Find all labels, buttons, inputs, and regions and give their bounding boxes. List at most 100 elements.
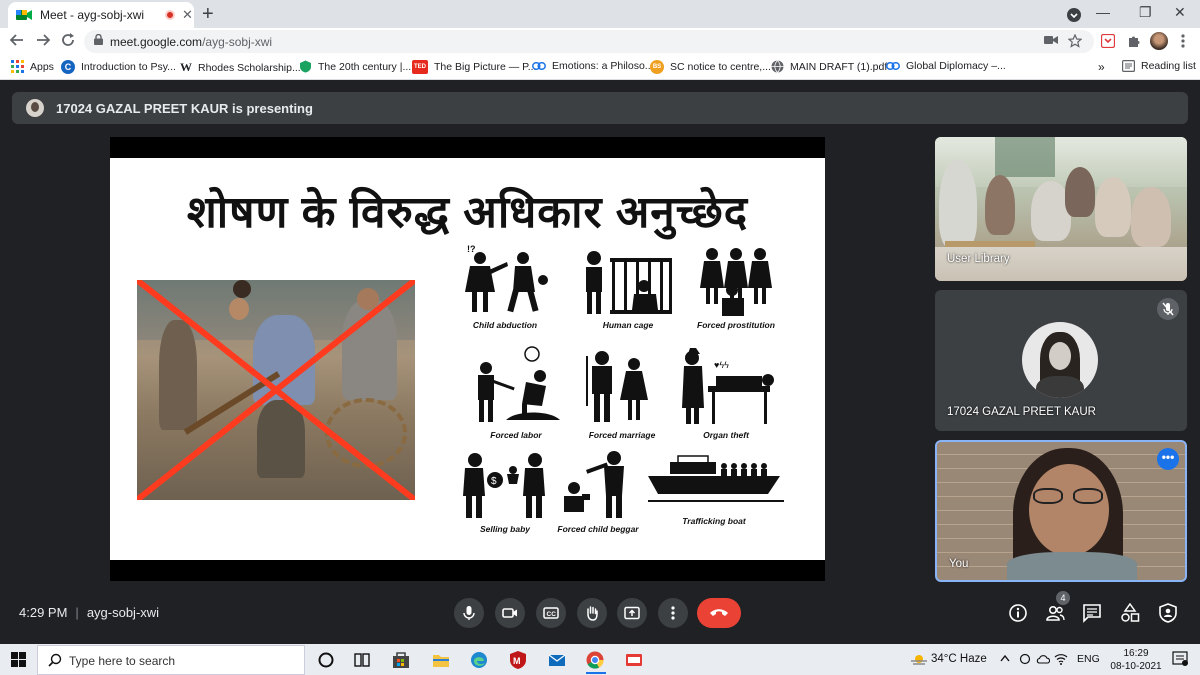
profile-dropdown-icon[interactable] bbox=[1066, 7, 1082, 23]
bookmark-20th-century[interactable]: The 20th century |... bbox=[299, 60, 411, 73]
hang-up-phone-icon bbox=[710, 609, 728, 616]
presenting-text: 17024 GAZAL PREET KAUR is presenting bbox=[56, 101, 313, 116]
slide: शोषण के विरुद्ध अधिकार अनुच्छेद !? Child… bbox=[110, 158, 825, 560]
sync-icon[interactable] bbox=[1019, 653, 1031, 665]
bookmarks-bar: Apps C Introduction to Psy... W Rhodes S… bbox=[0, 55, 1200, 80]
bookmark-rhodes-scholarship[interactable]: W Rhodes Scholarship... bbox=[180, 60, 301, 75]
separator: | bbox=[75, 605, 79, 620]
more-options-button[interactable]: ••• bbox=[1157, 448, 1179, 470]
minimize-button[interactable]: — bbox=[1096, 4, 1110, 20]
bookmark-emotions[interactable]: Emotions: a Philoso... bbox=[532, 60, 654, 72]
meeting-info: 4:29 PM | ayg-sobj-xwi bbox=[19, 605, 159, 620]
bookmark-sc-notice[interactable]: BS SC notice to centre,... bbox=[650, 60, 771, 74]
taskbar-search-input[interactable]: Type here to search bbox=[37, 645, 305, 675]
red-app-icon[interactable] bbox=[624, 650, 644, 670]
profile-avatar[interactable] bbox=[1150, 32, 1168, 50]
presenter-avatar bbox=[26, 99, 44, 117]
shared-screen: शोषण के विरुद्ध अधिकार अनुच्छेद !? Child… bbox=[110, 137, 825, 581]
windows-start-icon[interactable] bbox=[11, 652, 26, 667]
camera-button[interactable] bbox=[495, 598, 525, 628]
edge-icon[interactable] bbox=[469, 650, 489, 670]
participants-icon[interactable] bbox=[1045, 603, 1065, 623]
mail-icon[interactable] bbox=[547, 650, 567, 670]
action-center-notification-icon[interactable] bbox=[1172, 651, 1188, 667]
weather-widget[interactable]: 34°C Haze bbox=[911, 653, 987, 665]
extensions-puzzle-icon[interactable] bbox=[1127, 34, 1141, 48]
presenting-banner: 17024 GAZAL PREET KAUR is presenting bbox=[12, 92, 1188, 124]
mcafee-icon[interactable]: M bbox=[508, 650, 528, 670]
back-arrow-icon[interactable] bbox=[10, 33, 24, 47]
microsoft-store-icon[interactable] bbox=[391, 650, 411, 670]
show-hidden-icons-chevron-icon[interactable] bbox=[1000, 654, 1010, 662]
forced-prostitution-icon: Forced prostitution bbox=[686, 244, 786, 330]
globe-icon bbox=[771, 60, 784, 73]
bookmark-global-diplomacy[interactable]: Global Diplomacy –... bbox=[886, 60, 1006, 72]
onedrive-cloud-icon[interactable] bbox=[1036, 654, 1050, 664]
language-indicator[interactable]: ENG bbox=[1077, 653, 1100, 665]
close-window-button[interactable]: ✕ bbox=[1174, 4, 1186, 21]
reading-list-button[interactable]: Reading list bbox=[1122, 60, 1196, 72]
maximize-button[interactable]: ❐ bbox=[1139, 4, 1152, 21]
icon-caption: Forced child beggar bbox=[557, 524, 639, 534]
participant-tile-you[interactable]: ••• You bbox=[935, 440, 1187, 582]
participant-tile-gazal-preet-kaur[interactable]: 17024 GAZAL PREET KAUR bbox=[935, 290, 1187, 431]
browser-menu-icon[interactable] bbox=[1181, 33, 1185, 49]
active-tab[interactable]: Meet - ayg-sobj-xwi ✕ bbox=[8, 2, 194, 28]
ted-icon: TED bbox=[412, 60, 428, 74]
child-abduction-icon: !? Child abduction bbox=[455, 244, 555, 330]
url-bar[interactable]: meet.google.com/ayg-sobj-xwi bbox=[84, 30, 1094, 53]
camera-icon bbox=[502, 608, 517, 618]
file-explorer-icon[interactable] bbox=[431, 650, 451, 670]
forced-child-beggar-icon: Forced child beggar bbox=[548, 448, 648, 534]
cortana-icon[interactable] bbox=[316, 650, 336, 670]
leave-call-button[interactable] bbox=[697, 598, 741, 628]
svg-text:M: M bbox=[513, 656, 521, 666]
tab-close-icon[interactable]: ✕ bbox=[182, 7, 193, 23]
w-icon: W bbox=[180, 60, 192, 74]
more-actions-button[interactable] bbox=[658, 598, 688, 628]
url-text: meet.google.com/ayg-sobj-xwi bbox=[110, 35, 273, 49]
bookmark-main-draft[interactable]: MAIN DRAFT (1).pdf bbox=[771, 60, 887, 73]
activities-icon[interactable] bbox=[1120, 603, 1140, 623]
forward-arrow-icon[interactable] bbox=[36, 33, 50, 47]
new-tab-button[interactable]: + bbox=[202, 3, 214, 26]
system-clock[interactable]: 16:29 08-10-2021 bbox=[1106, 647, 1166, 673]
raise-hand-button[interactable] bbox=[577, 598, 607, 628]
bookmark-star-icon[interactable] bbox=[1068, 34, 1082, 48]
wifi-icon[interactable] bbox=[1054, 653, 1068, 665]
chrome-icon[interactable] bbox=[585, 650, 605, 670]
recording-indicator-icon bbox=[165, 10, 175, 20]
child-labor-photo bbox=[137, 280, 415, 500]
task-view-icon[interactable] bbox=[352, 650, 372, 670]
haze-weather-icon bbox=[911, 655, 927, 665]
participant-avatar bbox=[1022, 322, 1098, 398]
participant-tile-user-library[interactable]: User Library bbox=[935, 137, 1187, 281]
meeting-code[interactable]: ayg-sobj-xwi bbox=[87, 605, 159, 620]
svg-text:♥ϟϟ: ♥ϟϟ bbox=[714, 360, 729, 370]
captions-button[interactable]: CC bbox=[536, 598, 566, 628]
bookmarks-overflow-chevron-icon[interactable]: » bbox=[1098, 60, 1105, 74]
windows-taskbar: Type here to search M 34°C Haze ENG 16:2… bbox=[0, 644, 1200, 675]
forced-marriage-icon: Forced marriage bbox=[572, 348, 672, 440]
present-now-button[interactable] bbox=[617, 598, 647, 628]
present-screen-icon bbox=[624, 606, 640, 620]
shield-icon bbox=[300, 60, 311, 73]
organ-theft-icon: ♥ϟϟ Organ theft bbox=[676, 348, 776, 440]
bookmark-introduction-to-psy[interactable]: C Introduction to Psy... bbox=[61, 60, 176, 74]
lock-icon[interactable] bbox=[94, 34, 103, 45]
extension-pocket-icon[interactable] bbox=[1101, 34, 1115, 48]
c-icon: C bbox=[61, 60, 75, 74]
camera-permission-icon[interactable] bbox=[1044, 34, 1058, 46]
microphone-icon bbox=[463, 606, 475, 620]
address-toolbar: meet.google.com/ayg-sobj-xwi bbox=[0, 28, 1200, 55]
microphone-button[interactable] bbox=[454, 598, 484, 628]
bookmark-apps[interactable]: Apps bbox=[11, 60, 54, 73]
selling-baby-icon: $ Selling baby bbox=[455, 450, 555, 534]
bookmark-big-picture[interactable]: TED The Big Picture — P... bbox=[412, 60, 537, 74]
meeting-details-info-icon[interactable] bbox=[1008, 603, 1028, 623]
chat-icon[interactable] bbox=[1082, 603, 1102, 623]
trafficking-boat-icon: Trafficking boat bbox=[644, 452, 784, 526]
host-controls-icon[interactable] bbox=[1158, 603, 1178, 623]
more-vert-icon bbox=[671, 606, 675, 620]
reload-icon[interactable] bbox=[61, 33, 75, 47]
